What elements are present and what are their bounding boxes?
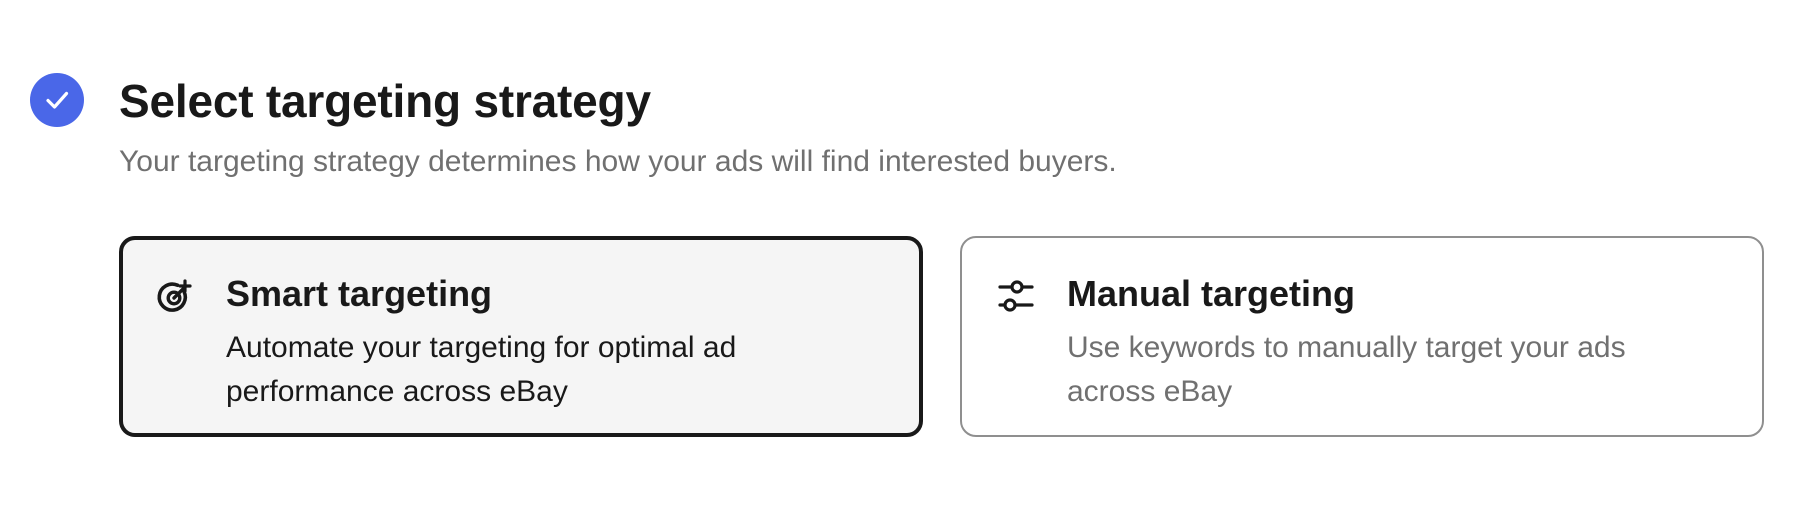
- smart-targeting-text: Smart targeting Automate your targeting …: [226, 270, 889, 414]
- section-subtitle: Your targeting strategy determines how y…: [119, 145, 1117, 178]
- check-circle-icon: [30, 73, 84, 127]
- option-title: Smart targeting: [226, 273, 493, 314]
- targeting-options: Smart targeting Automate your targeting …: [119, 236, 1764, 437]
- target-sparkle-icon: [155, 277, 195, 317]
- manual-targeting-option[interactable]: Manual targeting Use keywords to manuall…: [960, 236, 1764, 437]
- sliders-icon: [996, 277, 1036, 317]
- smart-targeting-option[interactable]: Smart targeting Automate your targeting …: [119, 236, 923, 437]
- section-title: Select targeting strategy: [119, 75, 651, 127]
- manual-targeting-text: Manual targeting Use keywords to manuall…: [1067, 270, 1732, 414]
- targeting-strategy-section: Select targeting strategy Your targeting…: [0, 0, 1816, 510]
- option-title: Manual targeting: [1067, 273, 1356, 314]
- option-description: Automate your targeting for optimal ad p…: [226, 331, 737, 408]
- option-description: Use keywords to manually target your ads…: [1067, 331, 1626, 408]
